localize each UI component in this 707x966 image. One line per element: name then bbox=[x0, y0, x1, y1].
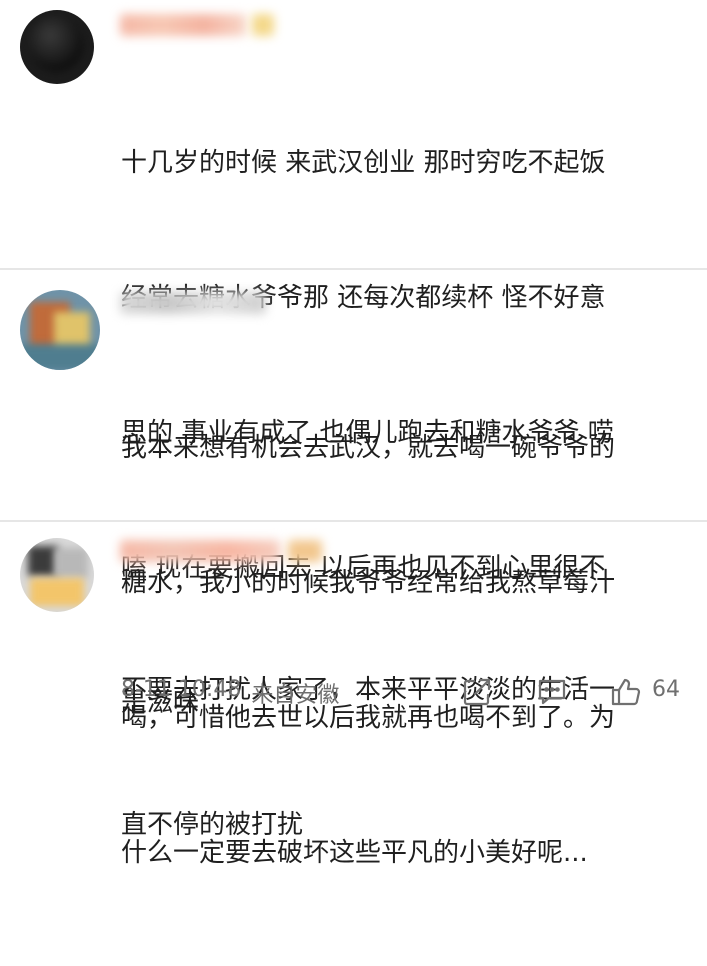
badge-icon bbox=[252, 14, 274, 36]
avatar[interactable] bbox=[20, 538, 94, 612]
username-blurred[interactable] bbox=[120, 14, 246, 36]
comment-2: 我本来想有机会去武汉，就去喝一碗爷爷的 糖水，我小的时候我爷爷经常给我熬草莓汁 … bbox=[0, 270, 707, 868]
like-count: 64 bbox=[652, 677, 680, 702]
location: 来自安徽 bbox=[251, 683, 340, 708]
username-blurred[interactable] bbox=[120, 540, 280, 562]
comment-3: 不要去打扰人家了，本来平平淡淡的生活一 直不停的被打扰 bbox=[0, 522, 707, 840]
thumbs-up-icon[interactable] bbox=[609, 675, 643, 709]
comment-1: 十几岁的时候 来武汉创业 那时穷吃不起饭 经常去糖水爷爷那 还每次都续杯 怪不好… bbox=[0, 0, 707, 718]
avatar-image bbox=[30, 578, 84, 606]
comment-text: 不要去打扰人家了，本来平平淡淡的生活一 直不停的被打扰 bbox=[121, 578, 615, 938]
avatar-image bbox=[20, 344, 100, 370]
avatar-image bbox=[54, 548, 88, 578]
comment-line: 我本来想有机会去武汉，就去喝一碗爷爷的 bbox=[121, 433, 616, 463]
comment-line: 直不停的被打扰 bbox=[121, 810, 304, 840]
timestamp: 8-11 10:48 bbox=[121, 677, 242, 702]
share-icon[interactable] bbox=[460, 675, 494, 709]
username-blurred[interactable] bbox=[120, 292, 266, 314]
badge-icon bbox=[288, 540, 322, 562]
comment-icon[interactable] bbox=[535, 675, 569, 709]
avatar[interactable] bbox=[20, 10, 94, 84]
comment-meta: 8-11 10:48 来自安徽 bbox=[121, 677, 339, 709]
avatar[interactable] bbox=[20, 290, 100, 370]
avatar-image bbox=[28, 16, 84, 72]
comment-line: 十几岁的时候 来武汉创业 那时穷吃不起饭 bbox=[121, 148, 606, 178]
